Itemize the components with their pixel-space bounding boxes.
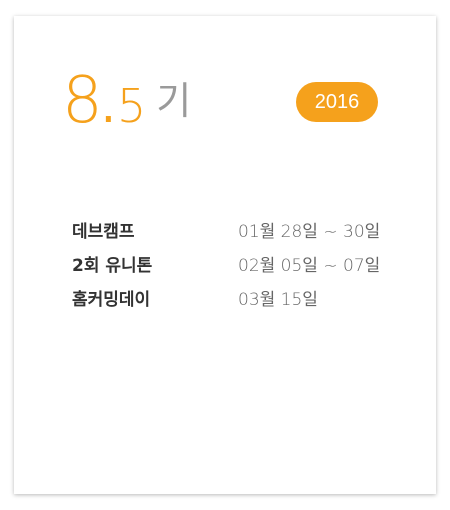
event-title: 데브캠프	[72, 222, 135, 242]
event-date: 01월 28일 ~ 30일	[238, 222, 381, 242]
generation-minor: 5	[116, 79, 147, 133]
schedule-row: 데브캠프 01월 28일 ~ 30일	[72, 218, 412, 252]
schedule-list: 데브캠프 01월 28일 ~ 30일 2회 유니톤 02월 05일 ~ 07일 …	[72, 218, 412, 320]
generation-dot: .	[100, 78, 116, 134]
schedule-row: 홈커밍데이 03월 15일	[72, 286, 412, 320]
event-title: 홈커밍데이	[72, 290, 151, 310]
event-title: 2회 유니톤	[72, 256, 153, 276]
event-date: 02월 05일 ~ 07일	[238, 256, 381, 276]
generation-major: 8	[62, 64, 103, 138]
generation-card: 8.5 기 2016 데브캠프 01월 28일 ~ 30일 2회 유니톤 02월 …	[14, 16, 436, 494]
year-badge: 2016	[296, 82, 378, 122]
generation-suffix: 기	[156, 79, 192, 123]
event-date: 03월 15일	[238, 290, 318, 310]
generation-heading: 8.5 기	[62, 66, 191, 136]
schedule-row: 2회 유니톤 02월 05일 ~ 07일	[72, 252, 412, 286]
